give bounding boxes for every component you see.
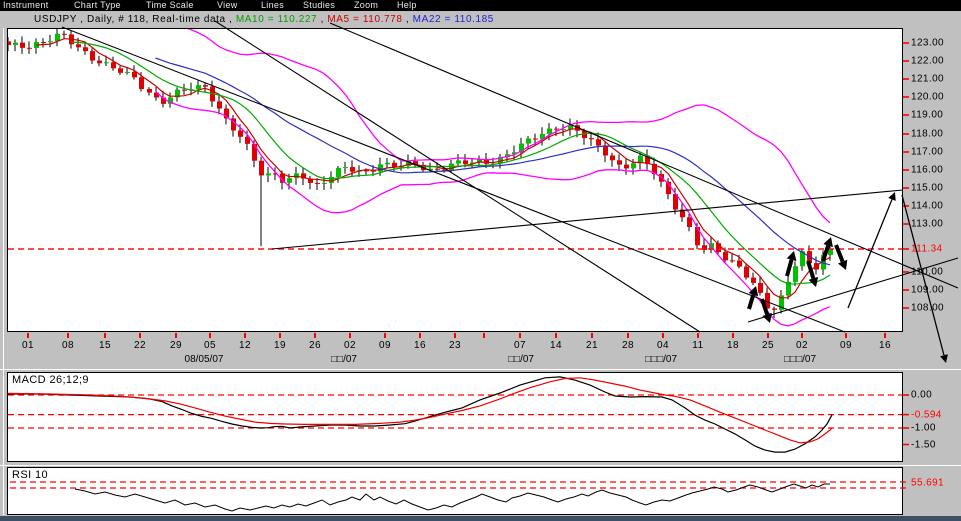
date-axis-label: 04	[656, 340, 670, 351]
date-axis-label: 29	[169, 340, 183, 351]
month-axis-label: 08/05/07	[184, 354, 224, 365]
title-segment: MA22 = 110.185	[412, 14, 494, 25]
left-edge-bevel	[3, 28, 4, 515]
panel-separator	[0, 369, 961, 370]
date-axis-label: 18	[726, 340, 740, 351]
date-axis-label: 02	[343, 340, 357, 351]
menu-item-zoom[interactable]: Zoom	[354, 0, 378, 11]
date-axis-label: 12	[238, 340, 252, 351]
current-price-label: 111.34	[911, 243, 943, 255]
panel-separator	[0, 465, 961, 466]
price-axis-label: 120.00	[911, 91, 944, 103]
menu-bar: Instrument Chart Type Time Scale View Lines S…	[0, 0, 961, 11]
date-axis-label: 26	[308, 340, 322, 351]
month-axis-label: □□/07	[508, 354, 534, 365]
price-axis-label: 109.00	[911, 284, 944, 296]
date-axis-label: 08	[61, 340, 75, 351]
price-axis-label: 123.00	[911, 37, 944, 49]
price-axis-label: 113.00	[911, 218, 944, 230]
date-axis-label: 14	[549, 340, 563, 351]
title-segment: USDJPY , Daily, # 118, Real-time data ,	[34, 14, 236, 25]
date-axis-label: 02	[795, 340, 809, 351]
macd-panel-plot[interactable]	[7, 372, 903, 462]
date-axis-label: 22	[133, 340, 147, 351]
macd-axis-label: 0.00	[911, 389, 933, 401]
chart-application-window: Instrument Chart Type Time Scale View Lines S…	[0, 0, 961, 521]
date-axis-label: 28	[621, 340, 635, 351]
price-axis-label: 115.00	[911, 182, 944, 194]
month-axis-label: □□□/07	[783, 354, 817, 365]
date-axis-label: 07	[513, 340, 527, 351]
macd-axis-label: -1.00	[911, 422, 936, 434]
macd-panel-label: MACD 26;12;9	[12, 374, 89, 386]
month-axis-label: □□□/07	[644, 354, 678, 365]
date-axis-label: 09	[378, 340, 392, 351]
chart-title: USDJPY , Daily, # 118, Real-time data , …	[0, 11, 961, 27]
macd-axis-label: -1.50	[911, 439, 936, 450]
date-axis-label: 25	[761, 340, 775, 351]
price-axis-label: 118.00	[911, 128, 944, 140]
price-axis-label: 114.00	[911, 200, 944, 212]
price-chart-plot[interactable]	[7, 28, 903, 332]
menu-item-chart-type[interactable]: Chart Type	[74, 0, 121, 11]
price-axis-label: 110.00	[911, 266, 944, 278]
menu-item-view[interactable]: View	[217, 0, 238, 11]
rsi-panel-plot[interactable]	[7, 467, 903, 515]
price-axis-label: 121.00	[911, 73, 944, 85]
menu-item-time-scale[interactable]: Time Scale	[146, 0, 194, 11]
title-segment: MA10 = 110.227	[235, 14, 318, 25]
date-axis-label: 11	[692, 340, 704, 351]
month-axis-label: □□/07	[331, 354, 357, 365]
title-segment: ,	[317, 14, 328, 25]
menu-item-instrument[interactable]: Instrument	[3, 0, 49, 11]
date-axis-label: 16	[878, 340, 892, 351]
price-axis-label: 116.00	[911, 164, 944, 176]
price-axis-label: 117.00	[911, 146, 944, 158]
date-axis-label: 05	[203, 340, 217, 351]
menu-item-lines[interactable]: Lines	[261, 0, 284, 11]
price-axis-label: 122.00	[911, 55, 944, 67]
date-axis-label: 09	[839, 340, 853, 351]
macd-current-value: -0.594	[911, 409, 942, 421]
date-axis-label: 21	[585, 340, 599, 351]
date-axis-label: 01	[21, 340, 35, 351]
price-axis-label: 119.00	[911, 109, 944, 121]
title-segment: ,	[402, 14, 413, 25]
date-axis-label: 15	[98, 340, 112, 351]
date-axis-label: 19	[273, 340, 287, 351]
rsi-panel-label: RSI 10	[12, 469, 49, 481]
date-axis-label: 16	[413, 340, 427, 351]
price-axis-label: 108.00	[911, 302, 944, 314]
title-segment: MA5 = 110.778	[327, 14, 403, 25]
rsi-current-value: 55.691	[911, 477, 944, 489]
menu-item-studies[interactable]: Studies	[303, 0, 335, 11]
date-axis-label: 23	[448, 340, 462, 351]
menu-item-help[interactable]: Help	[397, 0, 417, 11]
status-strip	[0, 516, 961, 521]
